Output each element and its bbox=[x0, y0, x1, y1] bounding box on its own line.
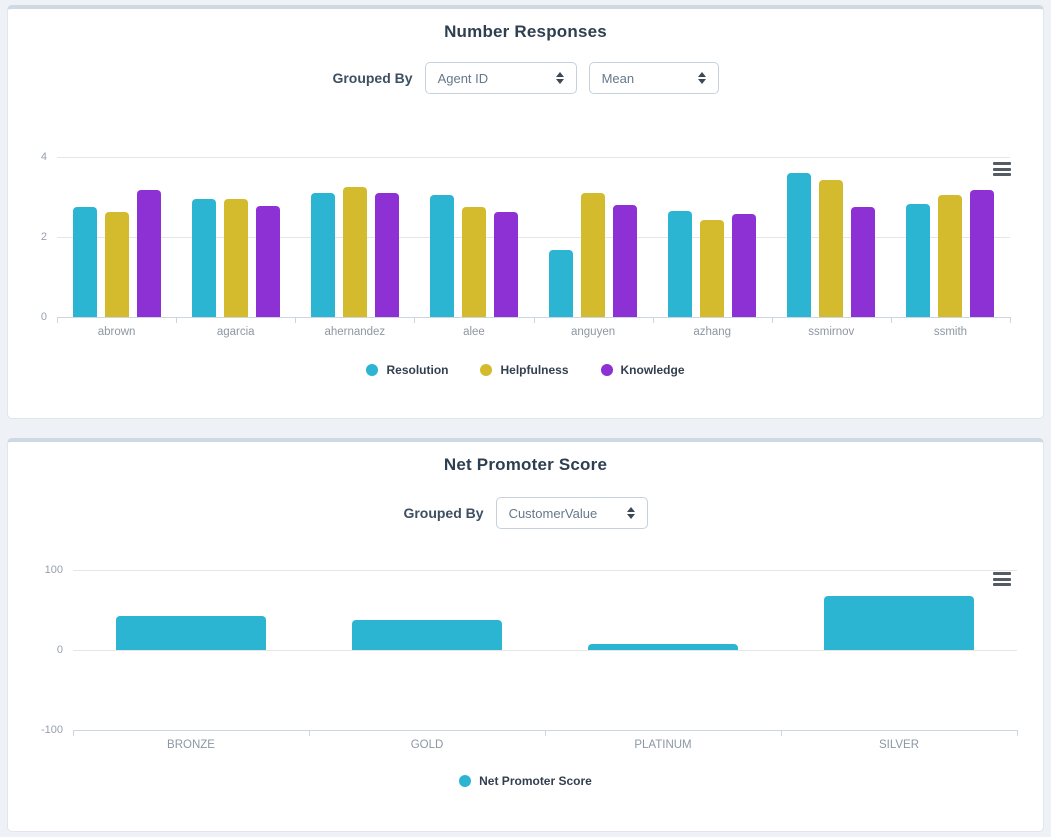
bar-helpfulness-ssmith[interactable] bbox=[938, 195, 962, 317]
legend-item-resolution[interactable]: Resolution bbox=[366, 363, 448, 377]
y-axis-tick-label: 2 bbox=[5, 231, 47, 243]
bar-helpfulness-azhang[interactable] bbox=[700, 220, 724, 317]
x-axis-tick bbox=[414, 317, 415, 323]
bar-net-promoter-score-silver[interactable] bbox=[824, 596, 974, 650]
bar-resolution-ssmirnov[interactable] bbox=[787, 173, 811, 317]
legend-item-net-promoter-score[interactable]: Net Promoter Score bbox=[459, 774, 592, 788]
y-axis-tick-label: 0 bbox=[5, 311, 47, 323]
x-axis-tick bbox=[781, 730, 782, 736]
legend-item-knowledge[interactable]: Knowledge bbox=[601, 363, 685, 377]
bar-net-promoter-score-platinum[interactable] bbox=[588, 644, 738, 650]
bar-knowledge-ssmirnov[interactable] bbox=[851, 207, 875, 317]
chart-context-menu-icon[interactable] bbox=[993, 162, 1011, 176]
x-axis-category-label: ahernandez bbox=[295, 326, 414, 338]
bar-knowledge-abrown[interactable] bbox=[137, 190, 161, 317]
bar-knowledge-agarcia[interactable] bbox=[256, 206, 280, 317]
bar-net-promoter-score-bronze[interactable] bbox=[116, 616, 266, 650]
legend-marker-icon bbox=[480, 364, 492, 376]
x-axis-category-label: azhang bbox=[653, 326, 772, 338]
x-axis-tick bbox=[534, 317, 535, 323]
bar-knowledge-alee[interactable] bbox=[494, 212, 518, 317]
x-axis-category-label: abrown bbox=[57, 326, 176, 338]
x-axis-category-label: anguyen bbox=[534, 326, 653, 338]
bar-helpfulness-alee[interactable] bbox=[462, 207, 486, 317]
x-axis-tick bbox=[653, 317, 654, 323]
x-axis-tick bbox=[1010, 317, 1011, 323]
legend-item-helpfulness[interactable]: Helpfulness bbox=[480, 363, 568, 377]
legend-label: Net Promoter Score bbox=[479, 774, 592, 788]
bar-knowledge-anguyen[interactable] bbox=[613, 205, 637, 317]
gridline bbox=[73, 650, 1017, 651]
x-axis-category-label: ssmirnov bbox=[772, 326, 891, 338]
number-responses-panel: Number Responses Grouped By Agent ID Mea… bbox=[7, 5, 1044, 419]
bar-helpfulness-abrown[interactable] bbox=[105, 212, 129, 317]
x-axis-category-label: alee bbox=[414, 326, 533, 338]
x-axis-tick bbox=[545, 730, 546, 736]
legend-label: Knowledge bbox=[621, 363, 685, 377]
x-axis-category-label: SILVER bbox=[781, 739, 1017, 751]
x-axis-tick bbox=[772, 317, 773, 323]
y-axis-tick-label: -100 bbox=[21, 724, 63, 736]
legend-label: Resolution bbox=[386, 363, 448, 377]
x-axis-tick bbox=[891, 317, 892, 323]
bar-resolution-alee[interactable] bbox=[430, 195, 454, 317]
x-axis-tick bbox=[57, 317, 58, 323]
x-axis-tick bbox=[1017, 730, 1018, 736]
bar-helpfulness-anguyen[interactable] bbox=[581, 193, 605, 317]
bar-resolution-abrown[interactable] bbox=[73, 207, 97, 317]
x-axis-category-label: ssmith bbox=[891, 326, 1010, 338]
y-axis-tick-label: 0 bbox=[21, 644, 63, 656]
x-axis-category-label: BRONZE bbox=[73, 739, 309, 751]
number-responses-chart-plot: 0 2 4 abrownagarciaahernandezaleeanguyenazh… bbox=[8, 9, 1043, 418]
bar-helpfulness-ahernandez[interactable] bbox=[343, 187, 367, 317]
bar-helpfulness-agarcia[interactable] bbox=[224, 199, 248, 317]
bar-net-promoter-score-gold[interactable] bbox=[352, 620, 502, 650]
gridline bbox=[73, 570, 1017, 571]
x-axis-tick bbox=[295, 317, 296, 323]
x-axis-category-label: GOLD bbox=[309, 739, 545, 751]
chart-legend: Net Promoter Score bbox=[8, 774, 1043, 788]
bar-knowledge-ssmith[interactable] bbox=[970, 190, 994, 317]
bar-knowledge-ahernandez[interactable] bbox=[375, 193, 399, 317]
bar-resolution-anguyen[interactable] bbox=[549, 250, 573, 317]
legend-marker-icon bbox=[366, 364, 378, 376]
y-axis-tick-label: 4 bbox=[5, 151, 47, 163]
x-axis-category-label: PLATINUM bbox=[545, 739, 781, 751]
bar-helpfulness-ssmirnov[interactable] bbox=[819, 180, 843, 317]
x-axis-category-label: agarcia bbox=[176, 326, 295, 338]
bar-resolution-agarcia[interactable] bbox=[192, 199, 216, 317]
x-axis-tick bbox=[73, 730, 74, 736]
chart-context-menu-icon[interactable] bbox=[993, 572, 1011, 586]
legend-label: Helpfulness bbox=[500, 363, 568, 377]
dashboard-page: { "panels": [ { "title": "Number Respons… bbox=[0, 0, 1051, 837]
gridline bbox=[57, 157, 1010, 158]
bar-knowledge-azhang[interactable] bbox=[732, 214, 756, 317]
bar-resolution-ssmith[interactable] bbox=[906, 204, 930, 317]
nps-chart-plot: -100 0 100 BRONZEGOLDPLATINUMSILVER bbox=[8, 442, 1043, 831]
legend-marker-icon bbox=[601, 364, 613, 376]
legend-marker-icon bbox=[459, 775, 471, 787]
net-promoter-score-panel: Net Promoter Score Grouped By CustomerVa… bbox=[7, 438, 1044, 832]
chart-legend: Resolution Helpfulness Knowledge bbox=[8, 363, 1043, 377]
y-axis-tick-label: 100 bbox=[21, 564, 63, 576]
bar-resolution-azhang[interactable] bbox=[668, 211, 692, 317]
x-axis-tick bbox=[309, 730, 310, 736]
x-axis-tick bbox=[176, 317, 177, 323]
bar-resolution-ahernandez[interactable] bbox=[311, 193, 335, 317]
